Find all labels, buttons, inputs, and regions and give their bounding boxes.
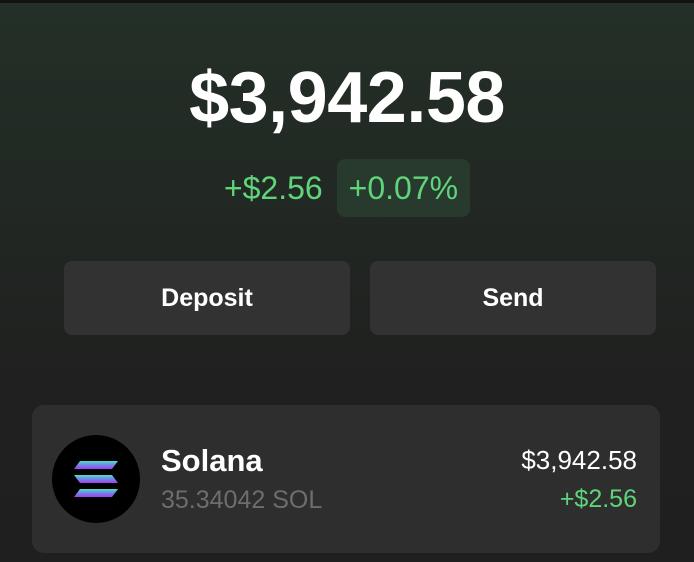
send-button[interactable]: Send: [370, 261, 656, 335]
solana-logo-icon-graphic: [74, 461, 118, 497]
token-values: $3,942.58 +$2.56: [521, 442, 637, 516]
token-change: +$2.56: [559, 485, 637, 513]
wallet-home-screen: $3,942.58 +$2.56 +0.07% Deposit Send Sol…: [0, 0, 694, 562]
token-row-solana[interactable]: Solana 35.34042 SOL $3,942.58 +$2.56: [32, 405, 660, 553]
token-info: Solana 35.34042 SOL: [161, 442, 521, 516]
solana-logo-icon: [52, 435, 140, 523]
token-name: Solana: [161, 443, 263, 478]
total-balance: $3,942.58: [189, 58, 505, 138]
deposit-button[interactable]: Deposit: [64, 261, 350, 335]
token-amount: 35.34042 SOL: [161, 486, 323, 514]
balance-change-percent-badge: +0.07%: [336, 159, 471, 217]
balance-change-amount: +$2.56: [223, 170, 323, 206]
balance-change-row: +$2.56 +0.07%: [0, 159, 694, 217]
action-buttons: Deposit Send: [64, 261, 656, 335]
token-value: $3,942.58: [521, 445, 637, 475]
